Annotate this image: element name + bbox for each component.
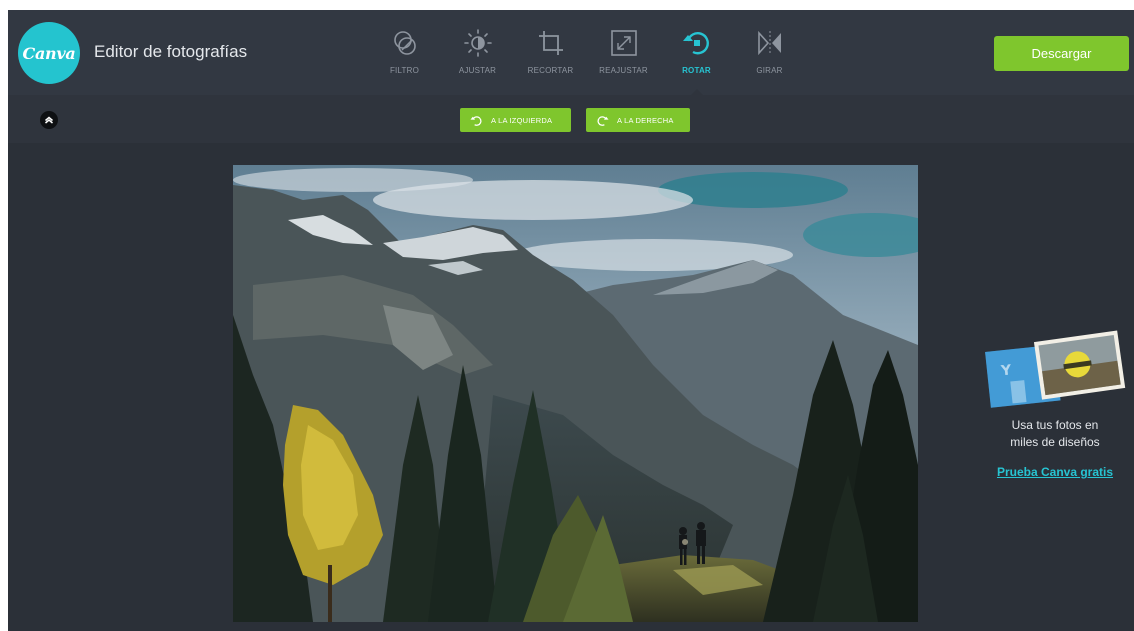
header: Canva Editor de fotografías FILTRO AJUST… bbox=[8, 10, 1134, 96]
try-canva-link[interactable]: Prueba Canva gratis bbox=[980, 465, 1130, 479]
tool-resize[interactable]: REAJUSTAR bbox=[587, 10, 660, 95]
tool-label: ROTAR bbox=[682, 66, 711, 75]
tool-bar: FILTRO AJUSTAR RECORTAR REAJUSTAR ROTAR … bbox=[368, 10, 806, 96]
promo-designs-image: Y bbox=[980, 328, 1130, 413]
tool-label: RECORTAR bbox=[527, 66, 574, 75]
tool-crop[interactable]: RECORTAR bbox=[514, 10, 587, 95]
tool-label: REAJUSTAR bbox=[599, 66, 648, 75]
promo-panel: Y Usa tus fotos en miles de diseños Prue… bbox=[980, 328, 1130, 498]
filter-icon bbox=[393, 31, 416, 55]
promo-line-1: Usa tus fotos en bbox=[1011, 418, 1099, 432]
rotate-left-button[interactable]: A LA IZQUIERDA bbox=[460, 108, 571, 132]
tool-filter[interactable]: FILTRO bbox=[368, 10, 441, 95]
tool-label: AJUSTAR bbox=[458, 66, 497, 75]
promo-line-2: miles de diseños bbox=[1010, 435, 1100, 449]
promo-text: Usa tus fotos en miles de diseños bbox=[980, 417, 1130, 451]
tool-rotate[interactable]: ROTAR bbox=[660, 10, 733, 96]
rotate-options-bar: A LA IZQUIERDA A LA DERECHA bbox=[8, 95, 1134, 143]
tool-label: FILTRO bbox=[389, 66, 420, 75]
rotate-right-button[interactable]: A LA DERECHA bbox=[586, 108, 690, 132]
photo-canvas[interactable] bbox=[233, 165, 918, 622]
rotate-right-icon bbox=[597, 115, 609, 126]
crop-icon bbox=[538, 31, 563, 55]
download-button[interactable]: Descargar bbox=[994, 36, 1129, 71]
rotate-right-label: A LA DERECHA bbox=[617, 115, 674, 125]
adjust-icon bbox=[463, 29, 492, 57]
rotate-icon bbox=[682, 32, 709, 55]
canva-logo[interactable]: Canva bbox=[18, 22, 80, 84]
tool-adjust[interactable]: AJUSTAR bbox=[441, 10, 514, 95]
photo-editor-app: Canva Editor de fotografías FILTRO AJUST… bbox=[8, 10, 1134, 631]
chevron-up-icon bbox=[45, 116, 53, 124]
resize-icon bbox=[610, 30, 637, 56]
logo-text: Canva bbox=[22, 43, 76, 63]
rotate-left-label: A LA IZQUIERDA bbox=[491, 115, 553, 125]
flip-icon bbox=[757, 30, 781, 56]
page-title: Editor de fotografías bbox=[94, 42, 248, 61]
tool-label: GIRAR bbox=[756, 66, 783, 75]
collapse-button[interactable] bbox=[40, 111, 58, 129]
mountain-landscape-photo bbox=[233, 165, 918, 622]
tool-flip[interactable]: GIRAR bbox=[733, 10, 806, 95]
rotate-left-icon bbox=[470, 115, 482, 126]
